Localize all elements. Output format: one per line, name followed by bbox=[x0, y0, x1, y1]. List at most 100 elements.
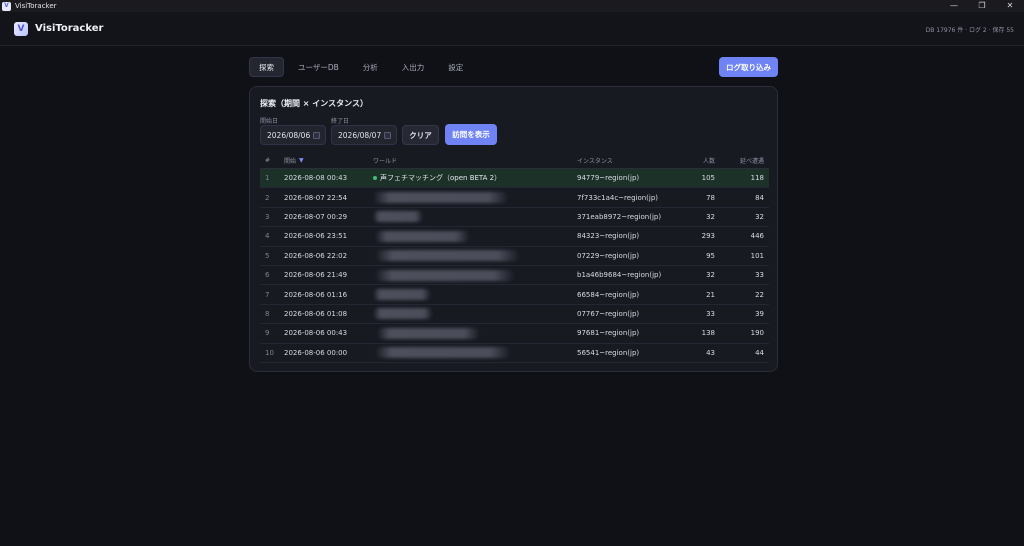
table-row[interactable]: 1 2026-08-08 00:43 声フェチマッチング（open BETA 2） 9… bbox=[260, 169, 769, 189]
redacted-world-name bbox=[375, 347, 511, 359]
search-card: 探索（期間 × インスタンス） 開始日 2026/08/06 終了日 2026/… bbox=[249, 86, 778, 372]
row-count: 43 bbox=[706, 348, 715, 357]
calendar-icon[interactable] bbox=[384, 132, 391, 139]
row-total: 446 bbox=[750, 232, 764, 241]
row-instance: 56541~region(jp) bbox=[577, 348, 640, 357]
row-count: 95 bbox=[706, 251, 715, 260]
table-row[interactable]: 3 2026-08-07 00:29 371eab8972~region(jp) 32… bbox=[260, 208, 769, 228]
clear-button[interactable]: クリア bbox=[402, 125, 439, 145]
table-row[interactable]: 5 2026-08-06 22:02 07229~region(jp) 95 101 bbox=[260, 247, 769, 266]
table-row[interactable]: 7 2026-08-06 01:16 66584~region(jp) 21 22 bbox=[260, 285, 769, 305]
row-count: 105 bbox=[701, 174, 715, 183]
tab-analysis[interactable]: 分析 bbox=[353, 57, 388, 77]
row-total: 44 bbox=[755, 348, 764, 357]
import-log-button[interactable]: ログ取り込み bbox=[719, 57, 778, 77]
header-instance[interactable]: インスタンス bbox=[577, 153, 613, 168]
header-num: # bbox=[265, 157, 271, 164]
header-start[interactable]: 開始 ▼ bbox=[284, 153, 304, 168]
app-logo-icon: V bbox=[14, 21, 28, 36]
row-start-time: 2026-08-06 23:51 bbox=[284, 232, 348, 241]
row-count: 33 bbox=[706, 309, 715, 318]
table-row[interactable]: 9 2026-08-06 00:43 97681~region(jp) 138 190 bbox=[260, 324, 769, 344]
row-count: 32 bbox=[706, 212, 715, 221]
header-total[interactable]: 延べ遭遇 bbox=[740, 153, 764, 168]
table-row[interactable]: 2 2026-08-07 22:54 7f733c1a4c~region(jp) 78… bbox=[260, 188, 769, 208]
table-row[interactable]: 4 2026-08-06 23:51 84323~region(jp) 293 446 bbox=[260, 227, 769, 247]
row-instance: 94779~region(jp) bbox=[577, 174, 640, 183]
tab-settings[interactable]: 設定 bbox=[438, 57, 473, 77]
close-button[interactable]: ✕ bbox=[996, 0, 1024, 12]
table-header: # 開始 ▼ ワールド インスタンス 人数 延べ遭遇 bbox=[260, 153, 769, 169]
row-total: 118 bbox=[750, 174, 764, 183]
row-world-name: 声フェチマッチング（open BETA 2） bbox=[380, 174, 502, 183]
header-world[interactable]: ワールド bbox=[373, 153, 397, 168]
row-total: 39 bbox=[755, 309, 764, 318]
table-row[interactable]: 6 2026-08-06 21:49 b1a46b9684~region(jp) 32… bbox=[260, 266, 769, 286]
tab-user-db[interactable]: ユーザーDB bbox=[288, 57, 349, 77]
online-dot-icon bbox=[373, 176, 377, 181]
maximize-button[interactable]: ❐ bbox=[968, 0, 996, 12]
row-num: 4 bbox=[265, 232, 270, 241]
table-row[interactable]: 8 2026-08-06 01:08 07767~region(jp) 33 39 bbox=[260, 305, 769, 325]
row-world bbox=[373, 285, 431, 303]
row-world bbox=[373, 324, 480, 342]
end-date-input[interactable]: 2026/08/07 bbox=[331, 125, 397, 145]
row-instance: 07767~region(jp) bbox=[577, 309, 640, 318]
row-world bbox=[373, 266, 515, 284]
card-title: 探索（期間 × インスタンス） bbox=[260, 99, 368, 108]
redacted-world-name bbox=[375, 230, 470, 242]
header-count[interactable]: 人数 bbox=[703, 153, 715, 168]
db-stats: DB 17976 件 · ログ 2 · 保存 55 bbox=[925, 27, 1014, 34]
row-start-time: 2026-08-06 01:16 bbox=[284, 290, 348, 299]
row-world bbox=[373, 247, 520, 265]
row-world bbox=[373, 227, 470, 245]
row-num: 6 bbox=[265, 271, 270, 280]
row-num: 1 bbox=[265, 174, 270, 183]
main-nav: 探索 ユーザーDB 分析 入出力 設定 bbox=[249, 57, 473, 77]
redacted-world-name bbox=[373, 308, 433, 320]
row-instance: 371eab8972~region(jp) bbox=[577, 212, 662, 221]
window-title: VisiToracker bbox=[15, 2, 57, 10]
app-header: V VisiToracker DB 17976 件 · ログ 2 · 保存 55 bbox=[0, 12, 1024, 46]
row-count: 138 bbox=[701, 329, 715, 338]
tab-explore[interactable]: 探索 bbox=[249, 57, 284, 77]
redacted-world-name bbox=[377, 327, 480, 339]
row-world bbox=[373, 305, 433, 323]
calendar-icon[interactable] bbox=[313, 132, 320, 139]
end-date-value: 2026/08/07 bbox=[338, 130, 382, 140]
header-start-label: 開始 bbox=[284, 158, 297, 165]
row-total: 101 bbox=[750, 251, 764, 260]
redacted-world-name bbox=[373, 192, 509, 204]
row-instance: 66584~region(jp) bbox=[577, 290, 640, 299]
row-start-time: 2026-08-06 00:43 bbox=[284, 329, 348, 338]
row-num: 10 bbox=[265, 348, 274, 357]
start-date-value: 2026/08/06 bbox=[267, 130, 311, 140]
row-total: 33 bbox=[755, 271, 764, 280]
app-name: VisiToracker bbox=[35, 23, 104, 34]
row-total: 84 bbox=[755, 193, 764, 202]
row-total: 22 bbox=[755, 290, 764, 299]
row-instance: 84323~region(jp) bbox=[577, 232, 640, 241]
table-body: 1 2026-08-08 00:43 声フェチマッチング（open BETA 2） 9… bbox=[260, 169, 769, 363]
row-start-time: 2026-08-08 00:43 bbox=[284, 174, 348, 183]
row-world bbox=[373, 188, 509, 206]
row-num: 8 bbox=[265, 309, 270, 318]
row-count: 21 bbox=[706, 290, 715, 299]
tab-import-export[interactable]: 入出力 bbox=[392, 57, 435, 77]
row-num: 9 bbox=[265, 329, 270, 338]
row-start-time: 2026-08-07 00:29 bbox=[284, 212, 348, 221]
show-visits-button[interactable]: 訪問を表示 bbox=[445, 124, 497, 145]
minimize-button[interactable]: — bbox=[940, 0, 968, 12]
redacted-world-name bbox=[375, 250, 520, 262]
table-row[interactable]: 10 2026-08-06 00:00 56541~region(jp) 43 44 bbox=[260, 344, 769, 363]
row-count: 78 bbox=[706, 193, 715, 202]
row-num: 5 bbox=[265, 251, 270, 260]
sort-desc-icon: ▼ bbox=[299, 157, 304, 164]
row-world: 声フェチマッチング（open BETA 2） bbox=[373, 169, 501, 187]
start-date-input[interactable]: 2026/08/06 bbox=[260, 125, 326, 145]
row-num: 2 bbox=[265, 193, 270, 202]
redacted-world-name bbox=[373, 289, 431, 301]
visits-table: # 開始 ▼ ワールド インスタンス 人数 延べ遭遇 1 2026-08-08 0… bbox=[260, 153, 769, 363]
row-start-time: 2026-08-06 00:00 bbox=[284, 348, 348, 357]
row-instance: 7f733c1a4c~region(jp) bbox=[577, 193, 659, 202]
